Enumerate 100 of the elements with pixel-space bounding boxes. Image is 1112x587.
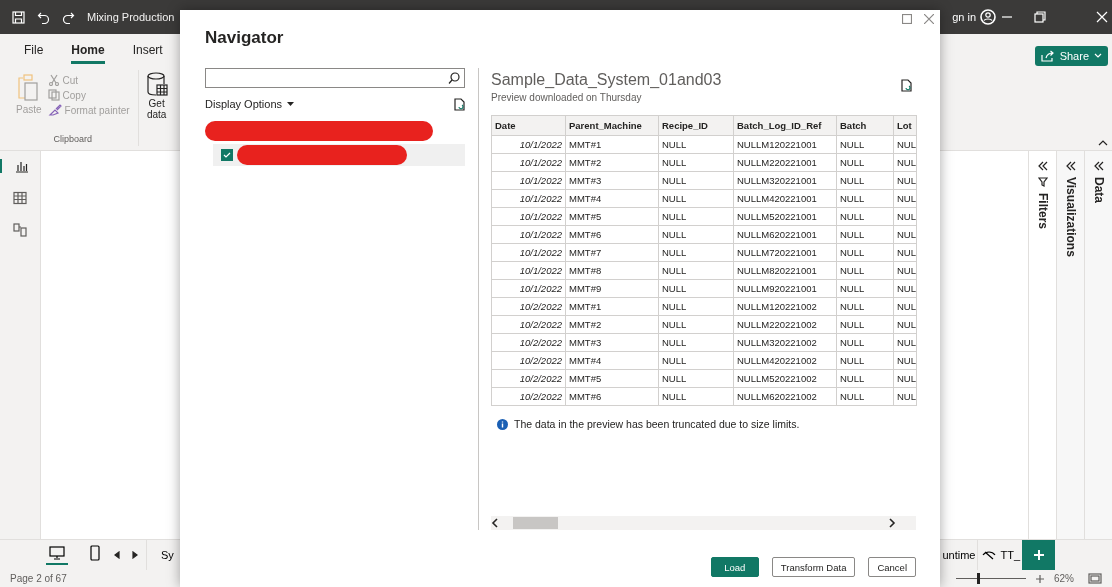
column-header: Batch_Log_ID_Ref xyxy=(733,115,837,136)
table-cell: MMT#6 xyxy=(565,225,659,244)
page-tab[interactable]: TT_ xyxy=(978,540,1022,570)
collapse-ribbon-icon[interactable] xyxy=(1098,140,1108,146)
plus-icon xyxy=(1033,550,1044,560)
table-cell: NULL xyxy=(836,297,894,316)
table-cell: MMT#4 xyxy=(565,351,659,370)
display-options-dropdown[interactable]: Display Options xyxy=(205,98,295,110)
tree-item[interactable] xyxy=(213,144,465,166)
sign-in-link[interactable]: gn in xyxy=(952,11,976,23)
dialog-title: Navigator xyxy=(205,28,284,48)
zoom-in-icon[interactable] xyxy=(1036,574,1044,583)
maximize-icon[interactable] xyxy=(902,14,912,24)
dialog-button[interactable]: Load xyxy=(710,557,759,577)
table-cell: NULL xyxy=(658,207,734,226)
get-data-button[interactable]: Get data xyxy=(138,66,175,150)
share-icon xyxy=(1040,50,1055,62)
share-button[interactable]: Share xyxy=(1034,46,1108,66)
table-cell: NULLM120221002 xyxy=(733,297,837,316)
table-cell: NULL xyxy=(836,333,894,352)
monitor-icon[interactable] xyxy=(49,545,65,560)
table-icon[interactable] xyxy=(13,191,27,205)
account-icon[interactable] xyxy=(980,9,996,25)
table-cell: NUL xyxy=(893,243,917,262)
table-cell: NUL xyxy=(893,315,917,334)
table-cell: NUL xyxy=(893,153,917,172)
table-cell: MMT#7 xyxy=(565,243,659,262)
info-icon xyxy=(497,418,508,430)
table-cell: 10/1/2022 xyxy=(491,189,566,208)
column-header: Date xyxy=(491,115,566,136)
window-title: Mixing Production xyxy=(87,11,175,23)
table-cell: NUL xyxy=(893,297,917,316)
scroll-left-icon[interactable] xyxy=(114,551,120,559)
refresh-file-icon[interactable] xyxy=(901,79,912,92)
table-cell: 10/1/2022 xyxy=(491,279,566,298)
column-header: Lot xyxy=(893,115,917,136)
scroll-left-icon[interactable] xyxy=(491,518,499,528)
table-cell: 10/1/2022 xyxy=(491,243,566,262)
table-cell: NULLM220221001 xyxy=(733,153,837,172)
restore-icon[interactable] xyxy=(1034,11,1046,23)
table-cell: NULL xyxy=(836,315,894,334)
table-cell: NULLM420221001 xyxy=(733,189,837,208)
search-icon xyxy=(448,72,460,84)
clipboard-icon xyxy=(16,74,41,102)
table-cell: NULL xyxy=(658,369,734,388)
add-page-button[interactable] xyxy=(1022,540,1055,570)
table-cell: MMT#4 xyxy=(565,189,659,208)
scrollbar-thumb[interactable] xyxy=(513,517,558,529)
table-cell: MMT#1 xyxy=(565,297,659,316)
pane-label[interactable]: Filters xyxy=(1035,193,1050,229)
expand-icon[interactable] xyxy=(1093,161,1104,171)
expand-icon[interactable] xyxy=(1037,161,1048,171)
table-cell: MMT#2 xyxy=(565,153,659,172)
table-cell: MMT#1 xyxy=(565,135,659,154)
table-cell: NULL xyxy=(836,261,894,280)
model-icon[interactable] xyxy=(13,223,27,237)
column-header: Recipe_ID xyxy=(658,115,734,136)
table-cell: NULL xyxy=(836,243,894,262)
scroll-right-icon[interactable] xyxy=(132,551,138,559)
table-cell: 10/1/2022 xyxy=(491,207,566,226)
ribbon-tab[interactable]: Home xyxy=(71,36,105,64)
pane-label[interactable]: Visualizations xyxy=(1063,177,1078,257)
table-cell: NULLM620221002 xyxy=(733,387,837,406)
save-icon[interactable] xyxy=(12,10,25,24)
scissors-icon xyxy=(47,74,60,86)
bar-chart-icon[interactable] xyxy=(14,159,29,173)
search-field[interactable] xyxy=(205,68,465,88)
table-cell: NULLM920221001 xyxy=(733,279,837,298)
table-cell: NULL xyxy=(658,171,734,190)
table-cell: NUL xyxy=(893,369,917,388)
table-cell: 10/2/2022 xyxy=(491,297,566,316)
dialog-button[interactable]: Cancel xyxy=(868,557,916,577)
phone-icon[interactable] xyxy=(90,544,100,561)
expand-icon[interactable] xyxy=(1065,161,1076,171)
table-cell: NULL xyxy=(836,387,894,406)
redo-icon[interactable] xyxy=(62,10,75,24)
table-cell: 10/2/2022 xyxy=(491,351,566,370)
group-label: Clipboard xyxy=(52,134,94,146)
table-cell: NULLM220221002 xyxy=(733,315,837,334)
table-cell: NULL xyxy=(836,279,894,298)
pane-label[interactable]: Data xyxy=(1091,177,1106,203)
table-cell: NULLM820221001 xyxy=(733,261,837,280)
table-cell: 10/1/2022 xyxy=(491,261,566,280)
table-cell: MMT#3 xyxy=(565,333,659,352)
table-cell: NULL xyxy=(658,225,734,244)
undo-icon[interactable] xyxy=(37,10,50,24)
table-cell: 10/2/2022 xyxy=(491,387,566,406)
table-cell: NULL xyxy=(658,387,734,406)
table-cell: NULL xyxy=(658,333,734,352)
scroll-right-icon[interactable] xyxy=(888,518,896,528)
refresh-file-icon[interactable] xyxy=(454,97,465,111)
fit-page-icon[interactable] xyxy=(1088,573,1102,584)
table-cell: NULL xyxy=(836,171,894,190)
dialog-button[interactable]: Transform Data xyxy=(771,557,856,577)
column-header: Parent_Machine xyxy=(565,115,659,136)
ribbon-tab[interactable]: File xyxy=(24,37,44,63)
table-cell: NULLM520221001 xyxy=(733,207,837,226)
checkbox[interactable] xyxy=(221,149,233,161)
table-cell: NUL xyxy=(893,351,917,370)
ribbon-tab[interactable]: Insert xyxy=(132,37,163,63)
